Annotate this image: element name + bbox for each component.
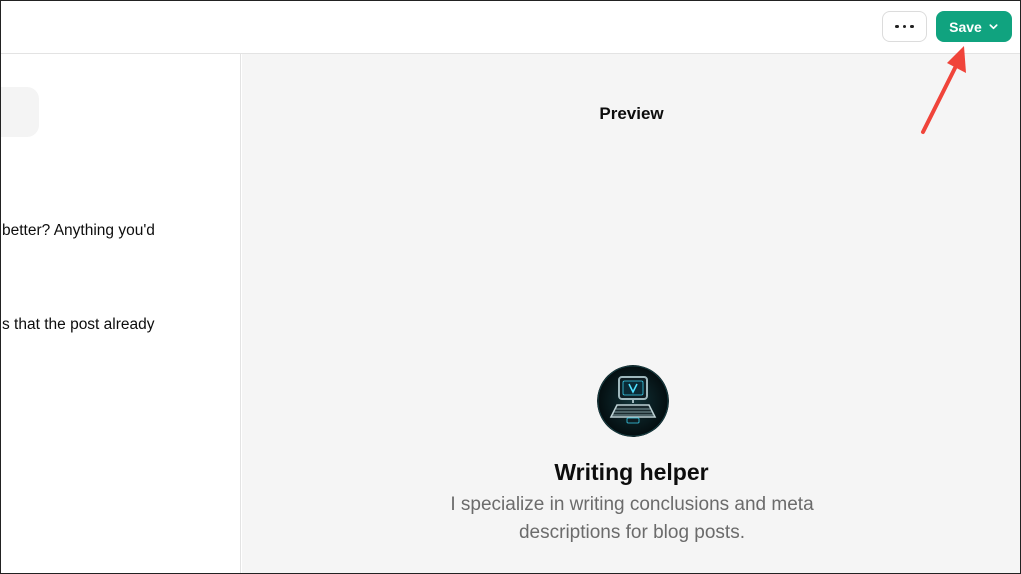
- red-arrow-annotation: [921, 46, 966, 134]
- preview-panel: Preview Writing helper I specialize in w…: [242, 54, 1021, 574]
- computer-avatar-icon: [597, 365, 669, 437]
- top-bar: Save: [0, 0, 1021, 54]
- gpt-avatar: [597, 365, 669, 437]
- ellipsis-dot: [910, 24, 914, 29]
- configure-panel: better? Anything you'd s that the post a…: [0, 54, 241, 574]
- save-button[interactable]: Save: [936, 11, 1012, 42]
- gpt-name: Writing helper: [554, 459, 709, 485]
- gpt-description: I specialize in writing conclusions and …: [450, 494, 814, 543]
- ellipsis-dot: [902, 24, 907, 29]
- instructions-text-line[interactable]: better? Anything you'd: [2, 222, 155, 240]
- preview-title: Preview: [599, 104, 664, 123]
- chevron-down-icon: [989, 24, 998, 30]
- more-options-button[interactable]: [882, 11, 927, 42]
- name-input[interactable]: [0, 87, 39, 137]
- ellipsis-icon: [895, 24, 899, 29]
- save-button-label: Save: [949, 18, 982, 35]
- instructions-text-line[interactable]: s that the post already: [2, 316, 155, 334]
